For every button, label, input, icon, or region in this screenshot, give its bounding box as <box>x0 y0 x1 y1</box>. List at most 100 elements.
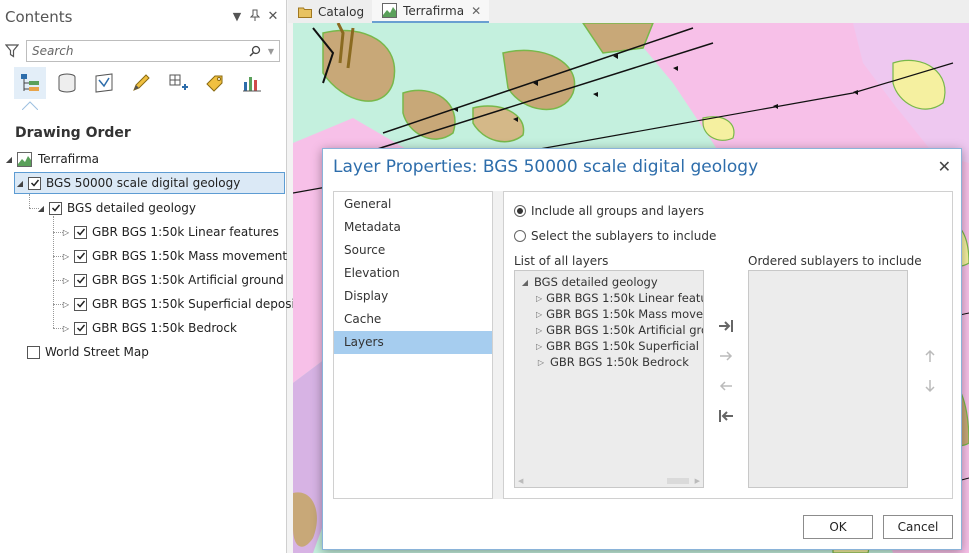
list-charts-icon[interactable] <box>236 67 268 99</box>
dialog-body: General Metadata Source Elevation Displa… <box>333 191 953 499</box>
search-input[interactable] <box>32 44 247 58</box>
expand-icon[interactable]: ▷ <box>61 252 71 261</box>
collapse-icon[interactable]: ◢ <box>36 204 46 213</box>
nav-item-layers[interactable]: Layers <box>334 331 492 354</box>
list-item-label: GBR BGS 1:50k Bedrock <box>550 355 689 369</box>
ordered-sublayers-label: Ordered sublayers to include <box>748 254 922 268</box>
tree-item-map[interactable]: ◢ Terrafirma <box>4 148 99 170</box>
contents-header: Contents ▼ ✕ <box>0 0 286 33</box>
list-item[interactable]: ▷ GBR BGS 1:50k Bedrock <box>515 354 703 370</box>
filter-icon[interactable] <box>3 42 21 60</box>
add-all-icon[interactable] <box>716 316 736 336</box>
nav-item-metadata[interactable]: Metadata <box>334 216 492 239</box>
scroll-left-icon[interactable]: ◀ <box>518 477 523 485</box>
visibility-checkbox[interactable] <box>74 273 87 287</box>
tree-item-label: GBR BGS 1:50k Artificial ground <box>92 273 284 287</box>
properties-nav: General Metadata Source Elevation Displa… <box>333 191 493 499</box>
expand-icon[interactable]: ▷ <box>61 228 71 237</box>
expand-icon[interactable]: ▷ <box>536 326 542 335</box>
move-down-icon[interactable] <box>920 376 940 396</box>
list-item-group[interactable]: ◢ BGS detailed geology <box>515 274 703 290</box>
list-by-drawing-order-icon[interactable] <box>14 67 46 99</box>
expand-icon[interactable]: ▷ <box>61 324 71 333</box>
include-all-label: Include all groups and layers <box>531 204 704 218</box>
visibility-checkbox[interactable] <box>27 345 40 359</box>
list-item-label: GBR BGS 1:50k Linear features <box>546 291 703 305</box>
visibility-checkbox[interactable] <box>74 249 87 263</box>
select-sublayers-option[interactable]: Select the sublayers to include <box>514 229 716 243</box>
nav-item-source[interactable]: Source <box>334 239 492 262</box>
collapse-icon[interactable]: ◢ <box>15 179 25 188</box>
cancel-button[interactable]: Cancel <box>883 515 953 539</box>
visibility-checkbox[interactable] <box>28 176 41 190</box>
expand-icon[interactable]: ▷ <box>536 294 542 303</box>
add-selected-icon[interactable] <box>716 346 736 366</box>
collapse-icon[interactable]: ◢ <box>520 278 530 287</box>
list-by-snapping-icon[interactable] <box>162 67 194 99</box>
close-tab-icon[interactable]: ✕ <box>471 4 481 18</box>
tree-item-layer[interactable]: ▷ GBR BGS 1:50k Linear features <box>61 221 279 243</box>
tree-item-group-layer[interactable]: ◢ BGS 50000 scale digital geology <box>14 172 285 194</box>
list-item-label: GBR BGS 1:50k Artificial ground <box>546 323 703 337</box>
tree-item-label: BGS 50000 scale digital geology <box>46 176 241 190</box>
drawing-order-heading: Drawing Order <box>15 125 131 141</box>
expand-icon[interactable]: ▷ <box>536 310 542 319</box>
move-up-icon[interactable] <box>920 346 940 366</box>
tab-terrafirma[interactable]: Terrafirma ✕ <box>372 0 490 23</box>
include-all-radio[interactable] <box>514 205 526 217</box>
visibility-checkbox[interactable] <box>74 297 87 311</box>
search-dropdown-icon[interactable]: ▼ <box>263 47 279 56</box>
view-tabs: Catalog Terrafirma ✕ <box>288 0 969 23</box>
expand-icon[interactable]: ▷ <box>61 300 71 309</box>
contents-title: Contents <box>5 7 73 26</box>
scrollbar-thumb[interactable] <box>667 478 689 484</box>
pin-icon[interactable] <box>246 9 264 24</box>
options-dropdown-icon[interactable]: ▼ <box>228 10 246 23</box>
tree-item-subgroup[interactable]: ◢ BGS detailed geology <box>36 197 196 219</box>
list-by-labeling-icon[interactable] <box>199 67 231 99</box>
ok-button[interactable]: OK <box>803 515 873 539</box>
list-by-selection-icon[interactable] <box>88 67 120 99</box>
select-sublayers-radio[interactable] <box>514 230 526 242</box>
list-item[interactable]: ▷ GBR BGS 1:50k Superficial deposits <box>515 338 703 354</box>
tree-item-layer[interactable]: ▷ GBR BGS 1:50k Artificial ground <box>61 269 284 291</box>
visibility-checkbox[interactable] <box>49 201 62 215</box>
expand-icon[interactable]: ▷ <box>61 276 71 285</box>
nav-item-cache[interactable]: Cache <box>334 308 492 331</box>
search-icon[interactable] <box>247 45 263 57</box>
tab-label: Terrafirma <box>403 3 465 18</box>
tree-item-layer[interactable]: ▷ GBR BGS 1:50k Bedrock <box>61 317 237 339</box>
include-all-option[interactable]: Include all groups and layers <box>514 204 704 218</box>
tree-item-layer[interactable]: ▷ GBR BGS 1:50k Mass movement <box>61 245 287 267</box>
list-item[interactable]: ▷ GBR BGS 1:50k Artificial ground <box>515 322 703 338</box>
remove-selected-icon[interactable] <box>716 376 736 396</box>
visibility-checkbox[interactable] <box>74 321 87 335</box>
expand-icon[interactable]: ▷ <box>536 358 546 367</box>
horizontal-scrollbar[interactable]: ◀ ▶ <box>515 475 703 487</box>
close-icon[interactable]: ✕ <box>264 9 282 24</box>
close-dialog-icon[interactable]: ✕ <box>938 157 951 176</box>
list-by-editing-icon[interactable] <box>125 67 157 99</box>
collapse-icon[interactable]: ◢ <box>4 155 14 164</box>
remove-all-icon[interactable] <box>716 406 736 426</box>
all-layers-list[interactable]: ◢ BGS detailed geology ▷ GBR BGS 1:50k L… <box>514 270 704 488</box>
list-item[interactable]: ▷ GBR BGS 1:50k Mass movement <box>515 306 703 322</box>
tree-item-label: BGS detailed geology <box>67 201 197 215</box>
nav-item-general[interactable]: General <box>334 193 492 216</box>
list-by-data-source-icon[interactable] <box>51 67 83 99</box>
visibility-checkbox[interactable] <box>74 225 87 239</box>
scroll-right-icon[interactable]: ▶ <box>695 477 700 485</box>
active-tool-pointer-icon <box>22 101 38 110</box>
tree-item-label: GBR BGS 1:50k Bedrock <box>92 321 237 335</box>
nav-item-display[interactable]: Display <box>334 285 492 308</box>
search-box: ▼ <box>26 40 280 62</box>
list-item[interactable]: ▷ GBR BGS 1:50k Linear features <box>515 290 703 306</box>
contents-toolbar <box>14 67 268 99</box>
tree-item-basemap[interactable]: World Street Map <box>14 341 149 363</box>
tab-catalog[interactable]: Catalog <box>288 0 372 23</box>
nav-item-elevation[interactable]: Elevation <box>334 262 492 285</box>
ordered-sublayers-list[interactable] <box>748 270 908 488</box>
layers-page: Include all groups and layers Select the… <box>503 191 953 499</box>
tree-item-layer[interactable]: ▷ GBR BGS 1:50k Superficial deposits <box>61 293 306 315</box>
expand-icon[interactable]: ▷ <box>536 342 542 351</box>
